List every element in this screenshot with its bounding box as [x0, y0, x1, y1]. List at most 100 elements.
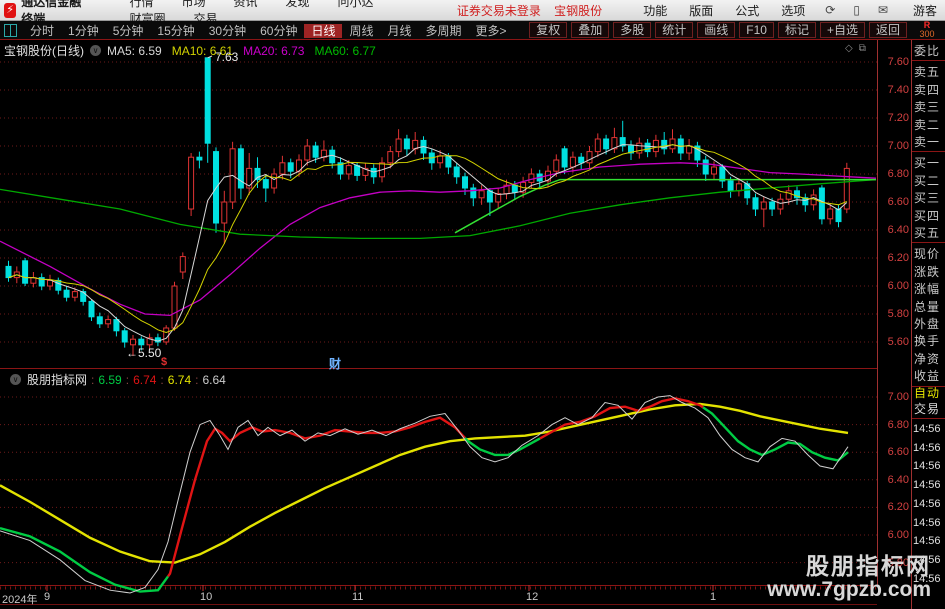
- sidebar-field-委比: 委比: [914, 44, 941, 58]
- menu-item-版面[interactable]: 版面: [689, 2, 713, 19]
- trade-time: 14:56: [913, 535, 941, 548]
- month-label-12: 12: [526, 591, 539, 603]
- sub-price-label: 6.00: [887, 529, 909, 541]
- sub-price-label: 6.40: [887, 473, 909, 486]
- indicator-value: 6.74: [133, 372, 157, 387]
- period-tab-日线[interactable]: 日线: [304, 23, 343, 38]
- quote-sidebar: 自动 交易 委比 卖五 卖四 卖三 卖二 卖一 买一 买二 买三 买四 买五 现价 涨跌 涨幅 总量 外盘 换手…: [912, 40, 945, 609]
- period-tab-15分钟[interactable]: 15分钟: [150, 24, 201, 38]
- current-stock-name: 宝钢股份: [554, 3, 603, 18]
- ma-label: MA20: 6.73: [243, 43, 305, 58]
- watermark: 股朋指标网 www.7gpzb.com: [767, 554, 931, 602]
- stock-flags: R 300: [909, 21, 945, 39]
- main-price-label: 7.20: [887, 112, 909, 124]
- sidebar-separator: [912, 418, 945, 419]
- sidebar-field-卖四: 卖四: [914, 82, 941, 97]
- toolbar-button-标记[interactable]: 标记: [777, 22, 816, 38]
- sidebar-separator: [912, 151, 945, 153]
- main-price-label: 6.80: [887, 168, 909, 180]
- menu-item-问小达[interactable]: 问小达: [338, 0, 374, 9]
- menu-item-资讯[interactable]: 资讯: [233, 0, 257, 9]
- sidebar-field-外盘: 外盘: [914, 317, 941, 331]
- price-chart-canvas[interactable]: [0, 40, 877, 605]
- trade-time: 14:56: [913, 479, 941, 492]
- menu-item-公式[interactable]: 公式: [735, 2, 759, 19]
- toolbar-button-+自选[interactable]: +自选: [819, 22, 865, 38]
- login-notice[interactable]: 证券交易未登录 宝钢股份: [457, 2, 602, 19]
- pane-corner-icons[interactable]: ◇⧉: [845, 43, 872, 54]
- sidebar-field-卖二: 卖二: [914, 117, 941, 132]
- sidebar-separator: [912, 385, 945, 387]
- trade-time: 14:56: [913, 460, 941, 473]
- period-tab-60分钟[interactable]: 60分钟: [253, 24, 304, 38]
- indicator-value-separator: :: [195, 372, 199, 387]
- menu-item-功能[interactable]: 功能: [643, 2, 667, 19]
- period-tab-1分钟[interactable]: 1分钟: [61, 24, 106, 38]
- menu-item-发现[interactable]: 发现: [286, 0, 310, 9]
- news-marker-cai[interactable]: 财: [329, 355, 341, 372]
- low-price-annotation: ←5.50: [126, 346, 162, 360]
- main-price-label: 6.20: [887, 252, 909, 264]
- period-tab-周线[interactable]: 周线: [342, 24, 380, 38]
- toolbar-button-F10[interactable]: F10: [739, 22, 774, 38]
- high-price-annotation: 7.63: [215, 50, 239, 64]
- sidebar-field-涨跌: 涨跌: [914, 264, 941, 279]
- period-tab-5分钟[interactable]: 5分钟: [106, 24, 151, 38]
- sidebar-separator: [912, 242, 945, 244]
- trade-button[interactable]: 交易: [914, 400, 940, 417]
- toolbar-button-多股[interactable]: 多股: [613, 22, 652, 38]
- sidebar-field-买五: 买五: [914, 226, 941, 240]
- menu-item-选项[interactable]: 选项: [781, 2, 805, 19]
- toolbar-button-叠加[interactable]: 叠加: [571, 22, 610, 38]
- indicator-value-separator: :: [91, 372, 95, 387]
- period-toolbar: 分时 1分钟 5分钟 15分钟 30分钟 60分钟 日线 周线 月线 多周期 更多> 复权 叠加 多股统…: [0, 21, 945, 40]
- sidebar-field-净资: 净资: [914, 351, 941, 366]
- toolbar-button-复权[interactable]: 复权: [529, 22, 568, 38]
- main-pane-header: 宝钢股份(日线) ∨ MA5: 6.59 MA10: 6.61 MA20: 6.73…: [4, 42, 386, 59]
- sidebar-field-总量: 总量: [914, 299, 941, 314]
- chevron-down-icon[interactable]: ∨: [90, 45, 101, 56]
- event-marker-dollar[interactable]: $: [161, 356, 167, 368]
- main-price-label: 7.60: [887, 56, 909, 68]
- toolbar-button-统计[interactable]: 统计: [655, 22, 694, 38]
- app-logo-icon: ⚡: [4, 2, 17, 18]
- sidebar-separator: [912, 60, 945, 62]
- sidebar-field-买二: 买二: [914, 173, 941, 188]
- trade-time: 14:56: [913, 423, 941, 435]
- period-tab-月线[interactable]: 月线: [381, 24, 419, 38]
- sidebar-field-换手: 换手: [914, 334, 941, 349]
- sidebar-field-买一: 买一: [914, 156, 941, 171]
- menu-item-行情[interactable]: 行情: [129, 0, 153, 9]
- sidebar-field-卖一: 卖一: [914, 135, 941, 149]
- sidebar-field-卖五: 卖五: [914, 65, 941, 80]
- ma-label: MA5: 6.59: [107, 43, 162, 58]
- user-badge[interactable]: 游客: [913, 2, 937, 19]
- toolbar-button-返回[interactable]: 返回: [868, 22, 907, 38]
- period-tab-分时[interactable]: 分时: [23, 24, 61, 38]
- main-price-label: 5.60: [887, 336, 909, 348]
- month-label-10: 10: [200, 591, 213, 603]
- chevron-down-icon[interactable]: ∨: [10, 374, 21, 385]
- toolbar-button-画线[interactable]: 画线: [697, 22, 736, 38]
- phone-icon[interactable]: ▯: [853, 3, 860, 17]
- tdx-terminal-window: ⚡ 通达信金融终端 行情 市场 资讯 发现 问小达财富圈 交易 证券交易未登录 宝钢股份 …: [0, 0, 945, 609]
- period-tab-更多>[interactable]: 更多>: [469, 24, 514, 38]
- layout-icon[interactable]: [4, 23, 17, 37]
- sidebar-field-买三: 买三: [914, 191, 941, 206]
- trade-time: 14:56: [913, 441, 941, 454]
- mail-icon[interactable]: ✉: [878, 3, 888, 17]
- menu-item-市场[interactable]: 市场: [181, 0, 205, 9]
- trade-time: 14:56: [913, 516, 941, 529]
- sub-price-label: 6.20: [887, 501, 909, 514]
- chart-area: 宝钢股份(日线) ∨ MA5: 6.59 MA10: 6.61 MA20: 6.73…: [0, 40, 945, 609]
- month-label-9: 9: [44, 591, 51, 603]
- title-bar-right: 功能 版面 公式 选项 ⟳ ▯ ✉: [632, 2, 897, 19]
- main-price-label: 5.80: [887, 308, 909, 320]
- main-price-label: 7.40: [887, 84, 909, 96]
- sub-price-label: 6.80: [887, 418, 909, 431]
- main-price-label: 6.60: [887, 196, 909, 208]
- period-tab-多周期[interactable]: 多周期: [419, 24, 469, 38]
- sidebar-field-现价: 现价: [914, 247, 941, 262]
- period-tab-30分钟[interactable]: 30分钟: [202, 24, 253, 38]
- refresh-icon[interactable]: ⟳: [825, 3, 835, 17]
